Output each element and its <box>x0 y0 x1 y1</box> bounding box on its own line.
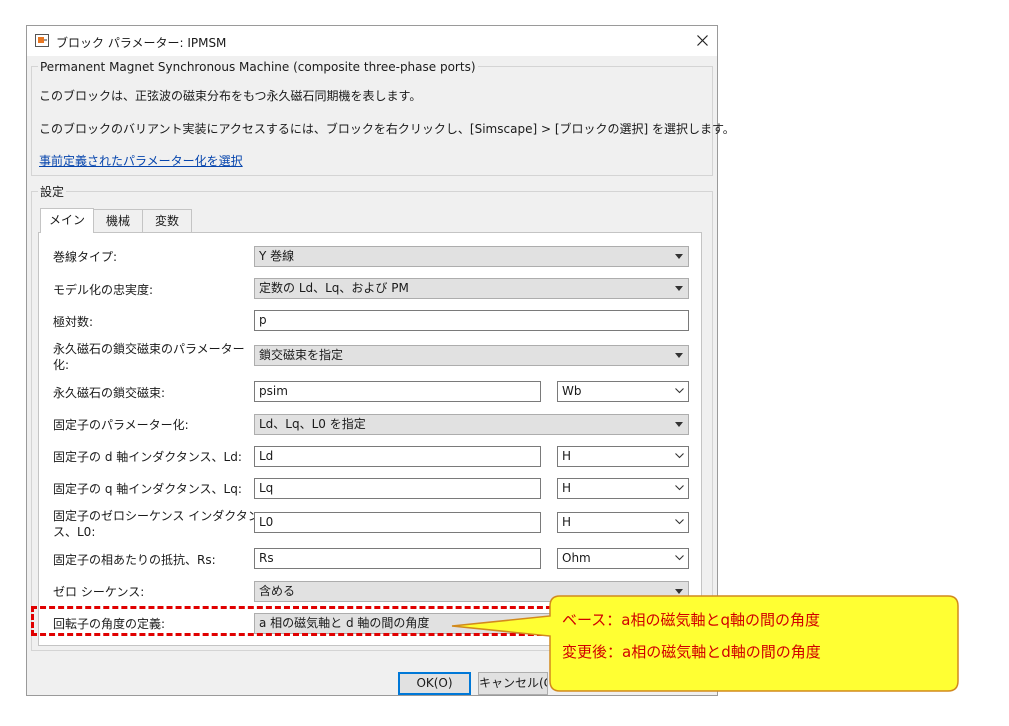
callout-line-2: 変更後：a相の磁気軸とd軸の間の角度 <box>562 643 821 661</box>
callout-line-1: ベース：a相の磁気軸とq軸の間の角度 <box>562 611 820 629</box>
callout-bubble <box>451 595 959 692</box>
